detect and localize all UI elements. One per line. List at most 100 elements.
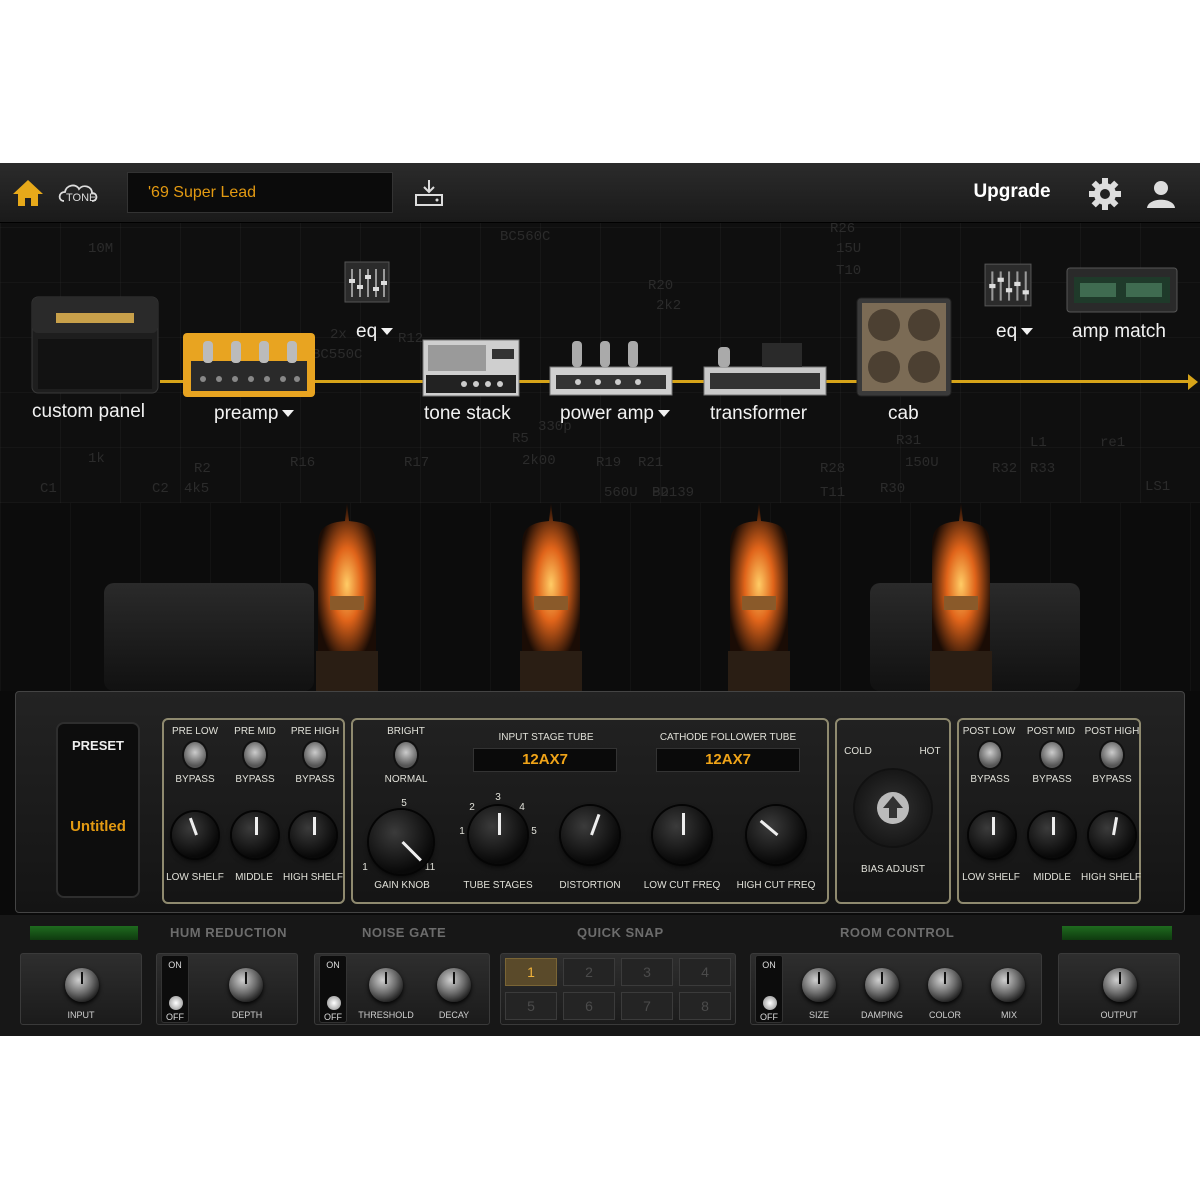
tube-display xyxy=(0,503,1200,691)
decay-knob[interactable] xyxy=(437,968,471,1002)
snap-slot-3[interactable]: 3 xyxy=(621,958,673,986)
module-label-eq-pre[interactable]: eq xyxy=(356,321,394,343)
schematic-label: 2k00 xyxy=(522,453,556,469)
module-label-amp-match[interactable]: amp match xyxy=(1072,321,1166,343)
preamp-section: BRIGHT NORMAL INPUT STAGE TUBE 12AX7 CAT… xyxy=(351,718,829,904)
pre-high-shelf-knob[interactable] xyxy=(290,812,336,858)
bright-label: BRIGHT xyxy=(387,726,425,737)
threshold-label: THRESHOLD xyxy=(358,1010,414,1020)
module-custom-panel[interactable] xyxy=(30,293,160,397)
post-eq-section: POST LOW POST MID POST HIGH BYPASS BYPAS… xyxy=(957,718,1141,904)
bright-switch[interactable] xyxy=(395,742,417,768)
pre-mid-bypass-switch[interactable] xyxy=(244,742,266,768)
post-low-shelf-knob[interactable] xyxy=(969,812,1015,858)
snap-slot-6[interactable]: 6 xyxy=(563,992,615,1020)
post-low-bypass-switch[interactable] xyxy=(979,742,1001,768)
snap-slot-8[interactable]: 8 xyxy=(679,992,731,1020)
output-box: OUTPUT xyxy=(1058,953,1180,1025)
module-label-transformer[interactable]: transformer xyxy=(710,403,807,425)
schematic-label: R2 xyxy=(194,461,211,477)
eq-icon xyxy=(344,261,390,303)
snap-slot-7[interactable]: 7 xyxy=(621,992,673,1020)
input-stage-tube-select[interactable]: 12AX7 xyxy=(473,748,617,772)
power-amp-icon xyxy=(549,341,673,396)
toggle-knob xyxy=(327,996,341,1010)
pre-low-bypass-switch[interactable] xyxy=(184,742,206,768)
module-tone-stack[interactable] xyxy=(422,339,520,397)
settings-button[interactable] xyxy=(1088,177,1122,211)
room-damping-label: DAMPING xyxy=(860,1010,903,1020)
room-damping-knob[interactable] xyxy=(865,968,899,1002)
toggle-on-label: ON xyxy=(168,960,182,970)
user-icon xyxy=(1147,181,1175,208)
module-label-custom-panel[interactable]: custom panel xyxy=(32,401,145,423)
distortion-knob[interactable] xyxy=(561,806,619,864)
schematic-label: re1 xyxy=(1100,435,1126,451)
schematic-label: R33 xyxy=(1030,461,1056,477)
tube-stages-label: TUBE STAGES xyxy=(463,880,533,891)
module-preamp[interactable] xyxy=(183,333,315,397)
schematic-label: R21 xyxy=(638,455,664,471)
depth-knob[interactable] xyxy=(229,968,263,1002)
module-label-eq-post[interactable]: eq xyxy=(996,321,1034,343)
room-color-knob[interactable] xyxy=(928,968,962,1002)
post-high-shelf-knob[interactable] xyxy=(1089,812,1135,858)
tube-stages-knob[interactable] xyxy=(469,806,527,864)
room-size-label: SIZE xyxy=(808,1010,829,1020)
tube-stages-tick: 2 xyxy=(469,802,475,813)
module-label-power-amp[interactable]: power amp xyxy=(560,403,670,425)
module-transformer[interactable] xyxy=(702,339,828,397)
module-eq-post[interactable] xyxy=(984,263,1032,307)
module-power-amp[interactable] xyxy=(548,337,674,397)
home-button[interactable] xyxy=(10,177,46,209)
room-mix-label: MIX xyxy=(1000,1010,1017,1020)
bias-adjust-control[interactable] xyxy=(855,770,931,846)
output-knob[interactable] xyxy=(1103,968,1137,1002)
schematic-label: R26 xyxy=(830,221,856,237)
room-size-knob[interactable] xyxy=(802,968,836,1002)
chevron-down-icon xyxy=(381,328,394,336)
room-mix-knob[interactable] xyxy=(991,968,1025,1002)
module-label-tone-stack[interactable]: tone stack xyxy=(424,403,511,425)
post-middle-knob[interactable] xyxy=(1029,812,1075,858)
snap-slot-2[interactable]: 2 xyxy=(563,958,615,986)
pre-low-shelf-knob[interactable] xyxy=(172,812,218,858)
post-high-bypass-switch[interactable] xyxy=(1101,742,1123,768)
signal-path-arrow xyxy=(1188,374,1198,390)
threshold-knob[interactable] xyxy=(369,968,403,1002)
preset-name-field[interactable]: '69 Super Lead xyxy=(127,172,393,213)
cathode-follower-tube-select[interactable]: 12AX7 xyxy=(656,748,800,772)
low-cut-freq-knob[interactable] xyxy=(653,806,711,864)
input-knob[interactable] xyxy=(65,968,99,1002)
module-cab[interactable] xyxy=(856,297,952,397)
tonecloud-button[interactable]: TONE xyxy=(56,177,104,209)
gain-knob[interactable] xyxy=(369,810,433,874)
schematic-label: 15U xyxy=(836,241,862,257)
module-eq-pre[interactable] xyxy=(344,261,390,303)
tube-stages-tick: 5 xyxy=(531,826,537,837)
hum-reduction-toggle[interactable]: ON OFF xyxy=(161,955,189,1023)
noise-gate-toggle[interactable]: ON OFF xyxy=(319,955,347,1023)
pre-middle-knob[interactable] xyxy=(232,812,278,858)
account-button[interactable] xyxy=(1144,177,1178,211)
pre-eq-section: PRE LOW PRE MID PRE HIGH BYPASS BYPASS B… xyxy=(162,718,345,904)
pre-high-bypass-switch[interactable] xyxy=(304,742,326,768)
download-icon xyxy=(415,180,443,206)
toggle-off-label: OFF xyxy=(324,1012,342,1022)
upgrade-button[interactable]: Upgrade xyxy=(960,181,1064,203)
bottom-control-strip: HUM REDUCTION NOISE GATE QUICK SNAP ROOM… xyxy=(0,915,1200,1036)
high-cut-freq-knob[interactable] xyxy=(747,806,805,864)
module-label-preamp[interactable]: preamp xyxy=(214,403,295,425)
snap-slot-4[interactable]: 4 xyxy=(679,958,731,986)
save-button[interactable] xyxy=(413,179,445,207)
module-label-cab[interactable]: cab xyxy=(888,403,919,425)
preset-panel[interactable]: PRESET Untitled xyxy=(56,722,140,898)
hum-reduction-box: ON OFF DEPTH xyxy=(156,953,298,1025)
speaker-cabinet-icon xyxy=(856,297,952,397)
post-mid-bypass-switch[interactable] xyxy=(1041,742,1063,768)
module-amp-match[interactable] xyxy=(1066,267,1178,313)
snap-slot-5[interactable]: 5 xyxy=(505,992,557,1020)
snap-slot-1[interactable]: 1 xyxy=(505,958,557,986)
room-control-toggle[interactable]: ON OFF xyxy=(755,955,783,1023)
high-cut-freq-label: HIGH CUT FREQ xyxy=(736,880,816,891)
